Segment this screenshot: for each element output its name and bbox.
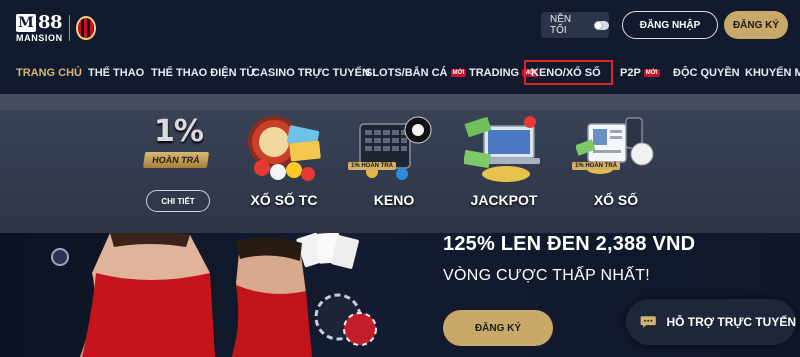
dark-mode-label: NỀN TỐI bbox=[550, 14, 572, 36]
register-button[interactable]: ĐĂNG KÝ bbox=[724, 11, 788, 39]
nav-item-promotions[interactable]: KHUYẾN MÃ bbox=[745, 67, 800, 79]
keno-board-icon bbox=[359, 116, 432, 180]
nav-item-p2p-label: P2P bbox=[620, 67, 641, 79]
chat-bubble-icon bbox=[640, 316, 656, 328]
game-title: JACKPOT bbox=[470, 192, 538, 208]
mini-rebate-badge: 1% HOÀN TRẢ bbox=[572, 162, 621, 170]
nav-item-slots-label: SLOTS/BẮN CÁ bbox=[365, 67, 448, 79]
toggle-switch-icon[interactable] bbox=[593, 20, 609, 30]
top-header: M 88 MANSION NỀN TỐI ĐĂNG NHẬP ĐĂNG KÝ bbox=[0, 0, 800, 52]
rebate-badge: 1% HOÀN TRẢ bbox=[140, 114, 216, 184]
logo-subtitle: MANSION bbox=[16, 32, 63, 43]
logo-divider bbox=[68, 15, 70, 41]
nav-item-p2p[interactable]: P2P MỚI bbox=[620, 67, 660, 79]
hero-models-image bbox=[51, 233, 377, 357]
hero-title: 125% LEN ĐEN 2,388 VND bbox=[443, 233, 696, 255]
nav-item-home[interactable]: TRANG CHỦ bbox=[16, 67, 82, 79]
game-title: XỔ SỐ TC bbox=[250, 192, 318, 208]
keno-lottery-dropdown: 1% HOÀN TRẢ CHI TIẾT XỔ SỐ TC 1% HOÀN TR… bbox=[0, 94, 800, 233]
detail-button[interactable]: CHI TIẾT bbox=[146, 190, 210, 212]
hero-subtitle: VÒNG CƯỢC THẤP NHẤT! bbox=[443, 267, 651, 284]
live-support-button[interactable]: HỖ TRỢ TRỰC TUYẾN bbox=[626, 299, 796, 345]
mini-rebate-badge: 1% HOÀN TRẢ bbox=[348, 162, 397, 170]
logo-wordmark: M 88 MANSION bbox=[16, 11, 63, 43]
nav-item-exclusive[interactable]: ĐỘC QUYỀN bbox=[673, 67, 740, 79]
nav-item-sports[interactable]: THỂ THAO bbox=[88, 67, 144, 79]
ac-milan-crest-icon bbox=[75, 16, 96, 40]
dropdown-top-strip bbox=[0, 94, 800, 110]
nav-item-trading-label: TRADING bbox=[469, 67, 520, 79]
game-title: KENO bbox=[373, 192, 415, 208]
jackpot-laptop-icon bbox=[464, 116, 540, 182]
game-title: XỔ SỐ bbox=[593, 192, 639, 208]
rebate-ribbon: HOÀN TRẢ bbox=[142, 152, 210, 168]
logo-number: 88 bbox=[38, 11, 63, 33]
dark-mode-toggle[interactable]: NỀN TỐI bbox=[541, 12, 609, 38]
support-label: HỖ TRỢ TRỰC TUYẾN bbox=[666, 315, 796, 329]
game-tile-lottery[interactable]: 1% HOÀN TRẢ XỔ SỐ bbox=[568, 112, 664, 222]
new-badge: MỚI bbox=[643, 69, 660, 77]
hero-register-button[interactable]: ĐĂNG KÝ bbox=[443, 310, 553, 346]
nav-item-live-casino[interactable]: CASINO TRỰC TUYẾN bbox=[252, 67, 370, 79]
nav-highlight-frame bbox=[524, 60, 613, 85]
nav-item-slots[interactable]: SLOTS/BẮN CÁ MỚI bbox=[365, 67, 467, 79]
game-tile-lottery-tc[interactable]: XỔ SỐ TC bbox=[236, 112, 332, 222]
game-tile-jackpot[interactable]: JACKPOT bbox=[456, 112, 552, 222]
main-nav: TRANG CHỦ THỂ THAO THỂ THAO ĐIỆN TỬ CASI… bbox=[0, 52, 800, 94]
nav-item-esports[interactable]: THỂ THAO ĐIỆN TỬ bbox=[151, 67, 255, 79]
lottery-balls-icon bbox=[248, 116, 321, 181]
game-tile-keno[interactable]: 1% HOÀN TRẢ KENO bbox=[346, 112, 442, 222]
m88-logo[interactable]: M 88 MANSION bbox=[16, 12, 108, 44]
rebate-percent: 1% bbox=[154, 114, 204, 149]
new-badge: MỚI bbox=[450, 69, 467, 77]
lottery-ticket-icon bbox=[576, 117, 654, 174]
login-button[interactable]: ĐĂNG NHẬP bbox=[622, 11, 718, 39]
logo-m-box: M bbox=[16, 13, 36, 32]
